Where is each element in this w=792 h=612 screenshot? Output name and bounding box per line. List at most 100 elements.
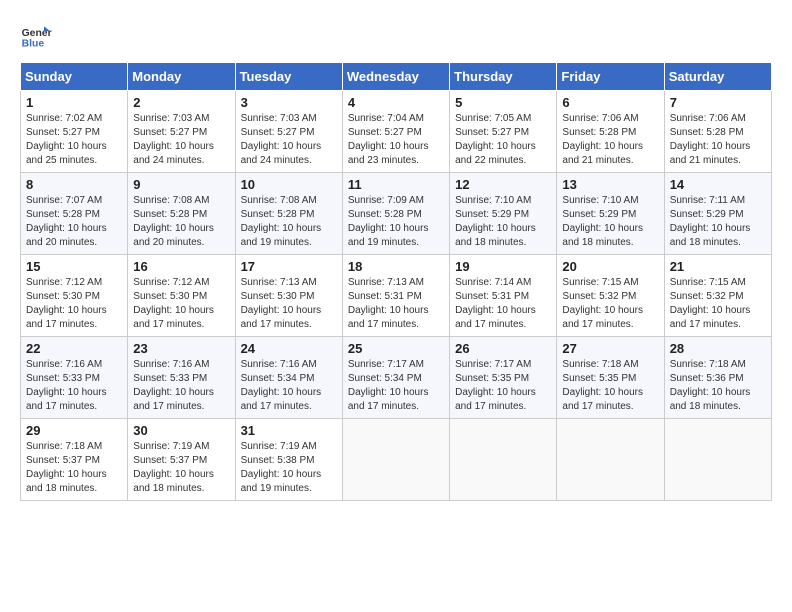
table-row: 31 Sunrise: 7:19 AM Sunset: 5:38 PM Dayl…: [235, 419, 342, 501]
day-info: Sunrise: 7:03 AM Sunset: 5:27 PM Dayligh…: [133, 112, 229, 168]
day-number: 3: [241, 95, 337, 110]
table-row: 18 Sunrise: 7:13 AM Sunset: 5:31 PM Dayl…: [342, 255, 449, 337]
table-row: 19 Sunrise: 7:14 AM Sunset: 5:31 PM Dayl…: [450, 255, 557, 337]
day-number: 19: [455, 259, 551, 274]
day-info: Sunrise: 7:18 AM Sunset: 5:36 PM Dayligh…: [670, 358, 766, 414]
day-number: 1: [26, 95, 122, 110]
day-info: Sunrise: 7:11 AM Sunset: 5:29 PM Dayligh…: [670, 194, 766, 250]
day-number: 25: [348, 341, 444, 356]
day-number: 10: [241, 177, 337, 192]
header-friday: Friday: [557, 63, 664, 91]
day-info: Sunrise: 7:19 AM Sunset: 5:38 PM Dayligh…: [241, 440, 337, 496]
table-row: 8 Sunrise: 7:07 AM Sunset: 5:28 PM Dayli…: [21, 173, 128, 255]
header-wednesday: Wednesday: [342, 63, 449, 91]
calendar-week-row: 8 Sunrise: 7:07 AM Sunset: 5:28 PM Dayli…: [21, 173, 772, 255]
day-info: Sunrise: 7:08 AM Sunset: 5:28 PM Dayligh…: [241, 194, 337, 250]
day-info: Sunrise: 7:18 AM Sunset: 5:35 PM Dayligh…: [562, 358, 658, 414]
day-info: Sunrise: 7:03 AM Sunset: 5:27 PM Dayligh…: [241, 112, 337, 168]
table-row: 9 Sunrise: 7:08 AM Sunset: 5:28 PM Dayli…: [128, 173, 235, 255]
day-info: Sunrise: 7:04 AM Sunset: 5:27 PM Dayligh…: [348, 112, 444, 168]
day-number: 28: [670, 341, 766, 356]
table-row: 1 Sunrise: 7:02 AM Sunset: 5:27 PM Dayli…: [21, 91, 128, 173]
day-number: 7: [670, 95, 766, 110]
table-row: 5 Sunrise: 7:05 AM Sunset: 5:27 PM Dayli…: [450, 91, 557, 173]
day-info: Sunrise: 7:16 AM Sunset: 5:34 PM Dayligh…: [241, 358, 337, 414]
header-sunday: Sunday: [21, 63, 128, 91]
day-info: Sunrise: 7:10 AM Sunset: 5:29 PM Dayligh…: [562, 194, 658, 250]
table-row: 17 Sunrise: 7:13 AM Sunset: 5:30 PM Dayl…: [235, 255, 342, 337]
day-number: 29: [26, 423, 122, 438]
day-number: 15: [26, 259, 122, 274]
table-row: [342, 419, 449, 501]
svg-text:Blue: Blue: [22, 38, 45, 49]
table-row: [557, 419, 664, 501]
day-info: Sunrise: 7:08 AM Sunset: 5:28 PM Dayligh…: [133, 194, 229, 250]
logo: General Blue: [20, 20, 52, 52]
table-row: 26 Sunrise: 7:17 AM Sunset: 5:35 PM Dayl…: [450, 337, 557, 419]
day-info: Sunrise: 7:17 AM Sunset: 5:34 PM Dayligh…: [348, 358, 444, 414]
day-info: Sunrise: 7:13 AM Sunset: 5:31 PM Dayligh…: [348, 276, 444, 332]
day-info: Sunrise: 7:17 AM Sunset: 5:35 PM Dayligh…: [455, 358, 551, 414]
table-row: 23 Sunrise: 7:16 AM Sunset: 5:33 PM Dayl…: [128, 337, 235, 419]
day-number: 17: [241, 259, 337, 274]
day-number: 18: [348, 259, 444, 274]
table-row: 12 Sunrise: 7:10 AM Sunset: 5:29 PM Dayl…: [450, 173, 557, 255]
day-info: Sunrise: 7:06 AM Sunset: 5:28 PM Dayligh…: [670, 112, 766, 168]
day-number: 12: [455, 177, 551, 192]
day-number: 22: [26, 341, 122, 356]
table-row: 25 Sunrise: 7:17 AM Sunset: 5:34 PM Dayl…: [342, 337, 449, 419]
logo-icon: General Blue: [20, 20, 52, 52]
day-info: Sunrise: 7:15 AM Sunset: 5:32 PM Dayligh…: [562, 276, 658, 332]
table-row: 16 Sunrise: 7:12 AM Sunset: 5:30 PM Dayl…: [128, 255, 235, 337]
calendar-week-row: 29 Sunrise: 7:18 AM Sunset: 5:37 PM Dayl…: [21, 419, 772, 501]
table-row: 6 Sunrise: 7:06 AM Sunset: 5:28 PM Dayli…: [557, 91, 664, 173]
day-number: 6: [562, 95, 658, 110]
table-row: 7 Sunrise: 7:06 AM Sunset: 5:28 PM Dayli…: [664, 91, 771, 173]
table-row: 4 Sunrise: 7:04 AM Sunset: 5:27 PM Dayli…: [342, 91, 449, 173]
day-number: 14: [670, 177, 766, 192]
table-row: 22 Sunrise: 7:16 AM Sunset: 5:33 PM Dayl…: [21, 337, 128, 419]
day-info: Sunrise: 7:10 AM Sunset: 5:29 PM Dayligh…: [455, 194, 551, 250]
table-row: [450, 419, 557, 501]
table-row: 13 Sunrise: 7:10 AM Sunset: 5:29 PM Dayl…: [557, 173, 664, 255]
calendar-table: Sunday Monday Tuesday Wednesday Thursday…: [20, 62, 772, 501]
calendar-week-row: 22 Sunrise: 7:16 AM Sunset: 5:33 PM Dayl…: [21, 337, 772, 419]
day-number: 27: [562, 341, 658, 356]
day-info: Sunrise: 7:12 AM Sunset: 5:30 PM Dayligh…: [133, 276, 229, 332]
day-info: Sunrise: 7:12 AM Sunset: 5:30 PM Dayligh…: [26, 276, 122, 332]
day-number: 2: [133, 95, 229, 110]
table-row: 2 Sunrise: 7:03 AM Sunset: 5:27 PM Dayli…: [128, 91, 235, 173]
day-number: 24: [241, 341, 337, 356]
header-tuesday: Tuesday: [235, 63, 342, 91]
table-row: 29 Sunrise: 7:18 AM Sunset: 5:37 PM Dayl…: [21, 419, 128, 501]
table-row: 30 Sunrise: 7:19 AM Sunset: 5:37 PM Dayl…: [128, 419, 235, 501]
table-row: 27 Sunrise: 7:18 AM Sunset: 5:35 PM Dayl…: [557, 337, 664, 419]
day-info: Sunrise: 7:18 AM Sunset: 5:37 PM Dayligh…: [26, 440, 122, 496]
calendar-header-row: Sunday Monday Tuesday Wednesday Thursday…: [21, 63, 772, 91]
table-row: [664, 419, 771, 501]
day-number: 21: [670, 259, 766, 274]
header-thursday: Thursday: [450, 63, 557, 91]
day-info: Sunrise: 7:02 AM Sunset: 5:27 PM Dayligh…: [26, 112, 122, 168]
day-number: 11: [348, 177, 444, 192]
calendar-week-row: 15 Sunrise: 7:12 AM Sunset: 5:30 PM Dayl…: [21, 255, 772, 337]
day-info: Sunrise: 7:16 AM Sunset: 5:33 PM Dayligh…: [133, 358, 229, 414]
day-info: Sunrise: 7:16 AM Sunset: 5:33 PM Dayligh…: [26, 358, 122, 414]
header-saturday: Saturday: [664, 63, 771, 91]
day-number: 4: [348, 95, 444, 110]
day-info: Sunrise: 7:14 AM Sunset: 5:31 PM Dayligh…: [455, 276, 551, 332]
day-info: Sunrise: 7:15 AM Sunset: 5:32 PM Dayligh…: [670, 276, 766, 332]
table-row: 15 Sunrise: 7:12 AM Sunset: 5:30 PM Dayl…: [21, 255, 128, 337]
table-row: 14 Sunrise: 7:11 AM Sunset: 5:29 PM Dayl…: [664, 173, 771, 255]
day-number: 9: [133, 177, 229, 192]
table-row: 28 Sunrise: 7:18 AM Sunset: 5:36 PM Dayl…: [664, 337, 771, 419]
table-row: 21 Sunrise: 7:15 AM Sunset: 5:32 PM Dayl…: [664, 255, 771, 337]
table-row: 20 Sunrise: 7:15 AM Sunset: 5:32 PM Dayl…: [557, 255, 664, 337]
day-info: Sunrise: 7:09 AM Sunset: 5:28 PM Dayligh…: [348, 194, 444, 250]
header-monday: Monday: [128, 63, 235, 91]
page-header: General Blue: [20, 20, 772, 52]
table-row: 3 Sunrise: 7:03 AM Sunset: 5:27 PM Dayli…: [235, 91, 342, 173]
day-info: Sunrise: 7:19 AM Sunset: 5:37 PM Dayligh…: [133, 440, 229, 496]
table-row: 24 Sunrise: 7:16 AM Sunset: 5:34 PM Dayl…: [235, 337, 342, 419]
day-number: 5: [455, 95, 551, 110]
